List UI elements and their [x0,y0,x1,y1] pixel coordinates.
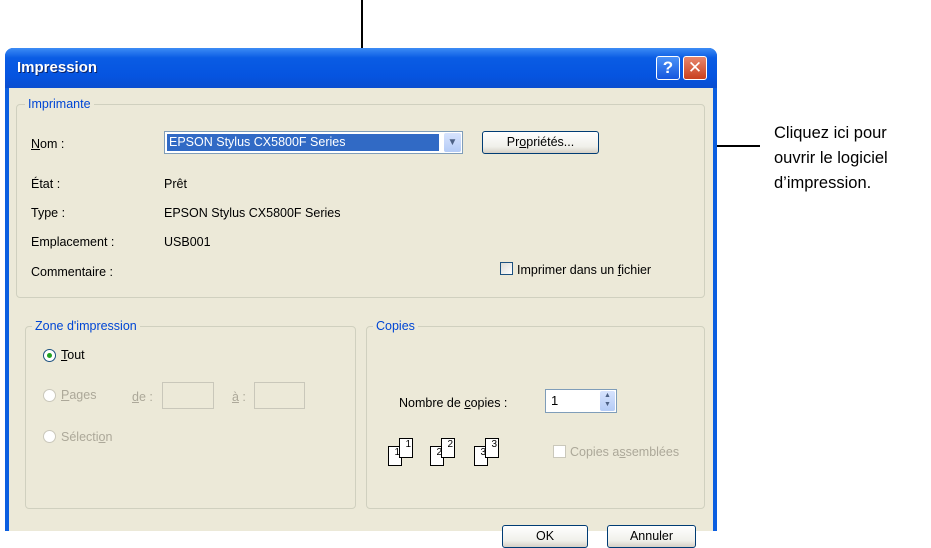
dialog-title: Impression [17,59,98,76]
range-to-input[interactable] [254,382,305,409]
printer-name-value: EPSON Stylus CX5800F Series [167,134,439,151]
cancel-button[interactable]: Annuler [607,525,696,548]
copies-group: Copies [366,319,705,509]
callout-line-2: ouvrir le logiciel [774,149,888,167]
range-to-label: à : [232,390,246,404]
range-from-label: de : [132,390,153,404]
page-icon: 1 [399,438,413,458]
type-label: Type : [31,206,66,220]
range-from-input[interactable] [162,382,214,409]
close-icon[interactable]: ✕ [683,56,707,80]
range-all-label[interactable]: Tout [61,348,85,363]
printer-name-label: Nom : [31,137,65,151]
print-dialog: Impression ? ✕ Imprimante Nom : EPSON St… [5,48,717,548]
location-label: Emplacement : [31,235,115,249]
state-label: État : [31,177,61,191]
range-pages-radio[interactable] [43,389,56,402]
copies-count-input[interactable]: 1 ▲ ▼ [545,389,617,413]
callout-line-1: Cliquez ici pour [774,124,887,142]
spinner-arrows-icon[interactable]: ▲ ▼ [600,391,615,411]
range-selection-label[interactable]: Sélection [61,430,112,445]
properties-button[interactable]: Propriétés... [482,131,599,154]
callout-text: Cliquez ici pour ouvrir le logiciel d’im… [774,121,931,196]
range-selection-radio[interactable] [43,430,56,443]
chevron-down-icon[interactable]: ▼ [444,133,461,152]
page-icon: 3 [485,438,499,458]
location-value: USB001 [164,235,211,249]
copies-count-value: 1 [551,393,559,408]
dialog-body: Imprimante Nom : EPSON Stylus CX5800F Se… [9,88,713,548]
collate-pages-icon: 1 1 2 2 3 3 [388,436,523,476]
copies-legend: Copies [373,319,418,333]
collate-checkbox[interactable] [553,445,566,458]
page-icon: 2 [441,438,455,458]
print-range-legend: Zone d'impression [32,319,140,333]
state-value: Prêt [164,177,187,191]
callout-line-3: d’impression. [774,174,872,192]
type-value: EPSON Stylus CX5800F Series [164,206,341,220]
help-icon[interactable]: ? [656,56,680,80]
printer-group-legend: Imprimante [25,97,94,111]
title-bar[interactable]: Impression ? ✕ [5,48,717,88]
comment-label: Commentaire : [31,265,113,279]
copies-count-label: Nombre de copies : [399,396,508,410]
print-to-file-checkbox[interactable] [500,262,513,275]
printer-name-select[interactable]: EPSON Stylus CX5800F Series ▼ [164,131,463,154]
ok-button[interactable]: OK [502,525,588,548]
collate-label[interactable]: Copies assemblées [570,445,679,460]
print-to-file-label[interactable]: Imprimer dans un fichier [517,263,651,278]
range-all-radio[interactable] [43,349,56,362]
range-pages-label[interactable]: Pages [61,388,96,403]
